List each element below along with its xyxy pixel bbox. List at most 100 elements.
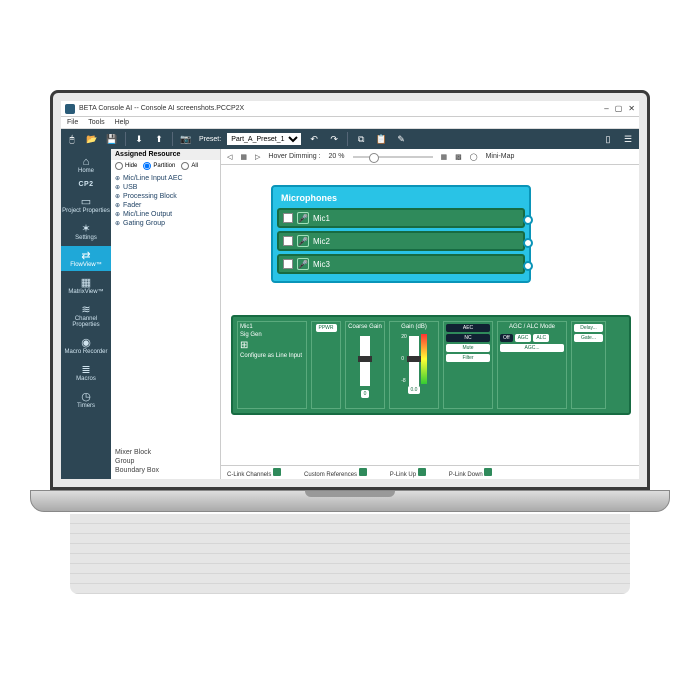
menu-help[interactable]: Help xyxy=(115,119,129,126)
save-icon[interactable]: 💾 xyxy=(105,132,119,146)
microphones-block[interactable]: Microphones 🎤 Mic1 🎤 Mic2 xyxy=(271,185,531,283)
status-led-icon xyxy=(418,468,426,476)
copy-icon[interactable]: ⧉ xyxy=(354,132,368,146)
output-port[interactable] xyxy=(523,215,533,225)
menu-file[interactable]: File xyxy=(67,119,78,126)
recorder-icon: ◉ xyxy=(61,336,111,349)
app-logo-icon xyxy=(65,104,75,114)
undo-icon[interactable]: ↶ xyxy=(307,132,321,146)
sidebar-item-channel[interactable]: ≋Channel Properties xyxy=(61,300,111,331)
siggen-icon[interactable]: ⊞ xyxy=(240,340,304,351)
upload-icon[interactable]: ⬆ xyxy=(152,132,166,146)
resource-type[interactable]: Mixer Block xyxy=(115,448,216,457)
resource-type[interactable]: Group xyxy=(115,457,216,466)
sidebar-item-home[interactable]: ⌂Home xyxy=(61,153,111,177)
menu-icon[interactable]: ☰ xyxy=(621,132,635,146)
mic-checkbox[interactable] xyxy=(283,213,293,223)
canvas-area: ◁ ▦ ▷ Hover Dimming : 20 % ▦ ▩ ◯ Mini-Ma… xyxy=(221,149,639,479)
filter-button[interactable]: Filter xyxy=(446,354,490,362)
resource-item[interactable]: ⊕Processing Block xyxy=(115,192,216,201)
mic-name: Mic1 xyxy=(313,214,330,223)
resource-item[interactable]: ⊕Gating Group xyxy=(115,219,216,228)
filter-hide[interactable]: Hide xyxy=(115,162,137,170)
app-window: BETA Console AI -- Console AI screenshot… xyxy=(61,101,639,479)
filter-partition[interactable]: Partition xyxy=(143,162,175,170)
dimming-slider[interactable] xyxy=(353,156,433,158)
agc-settings-button[interactable]: AGC... xyxy=(500,344,564,352)
grid1-icon[interactable]: ▦ xyxy=(441,153,448,161)
mic-icon: 🎤 xyxy=(297,235,309,247)
alc-alc-button[interactable]: ALC xyxy=(533,334,549,342)
alc-off-button[interactable]: Off xyxy=(500,334,513,342)
coarse-gain-label: Coarse Gain xyxy=(348,324,382,330)
nav-left-icon[interactable]: ◁ xyxy=(227,153,232,161)
close-icon[interactable]: ✕ xyxy=(628,104,635,113)
output-port[interactable] xyxy=(523,261,533,271)
delay-button[interactable]: Delay... xyxy=(574,324,603,332)
filter-all[interactable]: All xyxy=(181,162,198,170)
coarse-gain-value[interactable]: 0 xyxy=(361,390,370,398)
resource-item[interactable]: ⊕Mic/Line Input AEC xyxy=(115,174,216,183)
resource-item[interactable]: ⊕Fader xyxy=(115,201,216,210)
mic-checkbox[interactable] xyxy=(283,259,293,269)
open-icon[interactable]: 📂 xyxy=(85,132,99,146)
minimap-toggle-icon[interactable]: ◯ xyxy=(470,153,478,161)
minimize-icon[interactable]: – xyxy=(604,104,608,113)
resource-filter: Hide Partition All xyxy=(111,160,220,172)
channel-icon: ≋ xyxy=(61,303,111,316)
status-clink: C-Link Channels xyxy=(227,468,284,478)
gain-value[interactable]: 0.0 xyxy=(408,386,421,394)
mic-row[interactable]: 🎤 Mic1 xyxy=(277,208,525,228)
sidebar-item-project[interactable]: ▭Project Properties xyxy=(61,192,111,217)
sidebar-item-recorder[interactable]: ◉Macro Recorder xyxy=(61,333,111,358)
maximize-icon[interactable]: ▢ xyxy=(615,104,623,113)
redo-icon[interactable]: ↷ xyxy=(327,132,341,146)
sidebar-item-macros[interactable]: ≣Macros xyxy=(61,360,111,385)
snapshot-icon[interactable]: 📷 xyxy=(179,132,193,146)
new-icon[interactable]: 🖰 xyxy=(65,132,79,146)
alc-mode-label: AGC / ALC Mode xyxy=(500,324,564,330)
flow-canvas[interactable]: Microphones 🎤 Mic1 🎤 Mic2 xyxy=(221,165,639,465)
alc-agc-button[interactable]: AGC xyxy=(515,334,532,342)
expand-icon: ⊕ xyxy=(115,184,120,191)
tool-icon[interactable]: ✎ xyxy=(394,132,408,146)
gain-slider[interactable] xyxy=(409,336,419,386)
sidebar-item-timers[interactable]: ◷Timers xyxy=(61,387,111,412)
grid2-icon[interactable]: ▩ xyxy=(455,153,462,161)
screen-bezel: BETA Console AI -- Console AI screenshot… xyxy=(50,90,650,490)
processing-block[interactable]: Mic1 Sig Gen ⊞ Configure as Line Input P… xyxy=(231,315,631,415)
laptop-base xyxy=(30,490,670,512)
nav-right-icon[interactable]: ▷ xyxy=(255,153,260,161)
download-icon[interactable]: ⬇ xyxy=(132,132,146,146)
preset-select[interactable]: Part_A_Preset_1 xyxy=(227,133,301,145)
menu-tools[interactable]: Tools xyxy=(88,119,104,126)
status-bar: C-Link Channels Custom References P-Link… xyxy=(221,465,639,479)
status-led-icon xyxy=(359,468,367,476)
configure-label[interactable]: Configure as Line Input xyxy=(240,353,304,359)
mic-row[interactable]: 🎤 Mic2 xyxy=(277,231,525,251)
coarse-gain-slider[interactable] xyxy=(360,336,370,386)
nav-sidebar: ⌂Home CP2 ▭Project Properties ✶Settings … xyxy=(61,149,111,479)
mic-block-title: Microphones xyxy=(277,191,525,205)
hover-dimming-label: Hover Dimming : xyxy=(268,153,320,160)
ppwr-button[interactable]: PPWR xyxy=(316,324,337,332)
aec-button[interactable]: AEC xyxy=(446,324,490,332)
main-toolbar: 🖰 📂 💾 ⬇ ⬆ 📷 Preset: Part_A_Preset_1 ↶ ↷ … xyxy=(61,129,639,149)
mute-button[interactable]: Mute xyxy=(446,344,490,352)
canvas-toolbar: ◁ ▦ ▷ Hover Dimming : 20 % ▦ ▩ ◯ Mini-Ma… xyxy=(221,149,639,165)
sidebar-item-settings[interactable]: ✶Settings xyxy=(61,219,111,244)
mic-row[interactable]: 🎤 Mic3 xyxy=(277,254,525,274)
resource-item[interactable]: ⊕Mic/Line Output xyxy=(115,210,216,219)
nav-grid-icon[interactable]: ▦ xyxy=(240,153,247,161)
output-port[interactable] xyxy=(523,238,533,248)
nc-button[interactable]: NC xyxy=(446,334,490,342)
device-icon[interactable]: ▯ xyxy=(601,132,615,146)
sidebar-item-matrixview[interactable]: ▦MatrixView™ xyxy=(61,273,111,298)
gate-button[interactable]: Gate... xyxy=(574,334,603,342)
resource-type[interactable]: Boundary Box xyxy=(115,466,216,475)
sidebar-item-flowview[interactable]: ⇄FlowView™ xyxy=(61,246,111,271)
resource-item[interactable]: ⊕USB xyxy=(115,183,216,192)
mic-checkbox[interactable] xyxy=(283,236,293,246)
laptop-frame: BETA Console AI -- Console AI screenshot… xyxy=(30,90,670,610)
paste-icon[interactable]: 📋 xyxy=(374,132,388,146)
